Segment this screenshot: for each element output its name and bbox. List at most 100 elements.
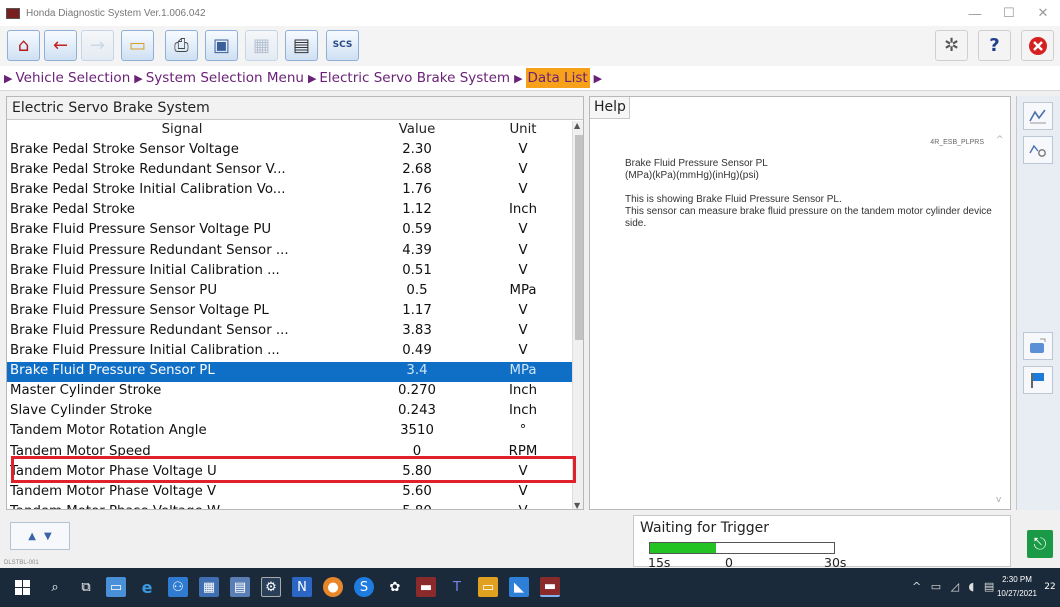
report-button[interactable]: ▤ bbox=[285, 30, 318, 61]
scrollbar-thumb[interactable] bbox=[575, 135, 583, 340]
table-row-selected[interactable]: Brake Fluid Pressure Sensor PL 3.4 MPa bbox=[7, 362, 572, 383]
graph-view-button[interactable] bbox=[1023, 102, 1053, 130]
graph-settings-button[interactable] bbox=[1023, 136, 1053, 164]
app-icon: N bbox=[297, 579, 307, 595]
trigger-status: Waiting for Trigger bbox=[640, 520, 769, 536]
scroll-down-icon[interactable]: v bbox=[996, 495, 1001, 505]
cell-unit: Inch bbox=[508, 202, 538, 218]
breadcrumb-electric-servo-brake-system[interactable]: Electric Servo Brake System bbox=[319, 70, 510, 86]
move-down-button[interactable]: ▼ bbox=[44, 531, 52, 542]
flag-icon bbox=[1031, 373, 1044, 388]
taskbar-app-1[interactable]: ▭ bbox=[106, 577, 126, 597]
taskbar-teams[interactable]: T bbox=[447, 577, 467, 597]
help-button[interactable]: ? bbox=[978, 30, 1011, 61]
table-row[interactable]: Master Cylinder Stroke 0.270 Inch bbox=[7, 382, 572, 402]
back-button[interactable]: ← bbox=[44, 30, 77, 61]
snapshot-button[interactable]: ▦ bbox=[245, 30, 278, 61]
cell-signal: Brake Fluid Pressure Initial Calibration… bbox=[10, 343, 280, 359]
taskbar-app-11[interactable]: ▬ bbox=[416, 577, 436, 597]
cell-unit: V bbox=[518, 162, 528, 178]
table-row[interactable]: Brake Fluid Pressure Redundant Sensor ..… bbox=[7, 242, 572, 262]
flag-button[interactable] bbox=[1023, 366, 1053, 394]
forward-button[interactable]: → bbox=[81, 30, 114, 61]
scroll-up-icon[interactable]: ^ bbox=[996, 135, 1004, 145]
help-description-1: This is showing Brake Fluid Pressure Sen… bbox=[625, 194, 842, 205]
table-row[interactable]: Brake Pedal Stroke Sensor Voltage 2.30 V bbox=[7, 141, 572, 161]
taskbar-app-10[interactable]: ✿ bbox=[385, 577, 405, 597]
home-button[interactable]: ⌂ bbox=[7, 30, 40, 61]
settings-button[interactable]: ✲ bbox=[935, 30, 968, 61]
breadcrumb-arrow-icon: ▶ bbox=[4, 71, 13, 85]
cell-signal: Brake Fluid Pressure Sensor Voltage PL bbox=[10, 302, 269, 318]
table-row[interactable]: Brake Pedal Stroke Redundant Sensor V...… bbox=[7, 161, 572, 181]
cell-signal: Master Cylinder Stroke bbox=[10, 383, 162, 399]
taskbar-skype[interactable]: S bbox=[354, 577, 374, 597]
table-row[interactable]: Brake Fluid Pressure Initial Calibration… bbox=[7, 342, 572, 362]
minimize-button[interactable]: — bbox=[958, 0, 992, 26]
skype-icon: S bbox=[359, 579, 369, 595]
document-icon: ▤ bbox=[292, 34, 310, 56]
scs-button[interactable]: SCS bbox=[326, 30, 359, 61]
help-scrollbar[interactable]: ^ v bbox=[996, 135, 1008, 505]
system-tray[interactable]: ^ ▭ ◿ ◖ ▤ bbox=[912, 580, 997, 593]
table-row[interactable]: Brake Pedal Stroke Initial Calibration V… bbox=[7, 181, 572, 201]
monitor-icon: ▭ bbox=[109, 579, 123, 595]
breadcrumb: ▶ Vehicle Selection ▶ System Selection M… bbox=[0, 66, 1060, 91]
taskbar-file-explorer[interactable]: ▭ bbox=[478, 577, 498, 597]
table-row[interactable]: Brake Fluid Pressure Sensor Voltage PL 1.… bbox=[7, 302, 572, 322]
column-header-signal[interactable]: Signal bbox=[7, 122, 357, 137]
taskbar-chrome[interactable]: ● bbox=[323, 577, 343, 597]
help-content: Brake Fluid Pressure Sensor PL (MPa)(kPa… bbox=[625, 158, 995, 230]
open-folder-button[interactable]: ▭ bbox=[121, 30, 154, 61]
taskbar-app-5[interactable]: ▤ bbox=[230, 577, 250, 597]
table-row[interactable]: Tandem Motor Phase Voltage V 5.60 V bbox=[7, 483, 572, 503]
print-button[interactable]: ⎙ bbox=[165, 30, 198, 61]
table-row[interactable]: Brake Fluid Pressure Redundant Sensor ..… bbox=[7, 322, 572, 342]
notification-center-button[interactable]: 22 bbox=[1040, 577, 1060, 597]
cell-value: 5.60 bbox=[402, 483, 432, 499]
breadcrumb-arrow-icon: ▶ bbox=[593, 71, 603, 85]
taskbar-app-7[interactable]: N bbox=[292, 577, 312, 597]
disk-icon: ▣ bbox=[212, 34, 230, 56]
taskbar-clock[interactable]: 2:30 PM 10/27/2021 bbox=[994, 573, 1040, 601]
taskbar-app-4[interactable]: ▦ bbox=[199, 577, 219, 597]
table-row[interactable]: Tandem Motor Phase Voltage W 5.80 V bbox=[7, 503, 572, 509]
taskbar-app-6[interactable]: ⚙ bbox=[261, 577, 281, 597]
cell-unit: Inch bbox=[508, 403, 538, 419]
network-icon: ⚇ bbox=[172, 579, 184, 595]
maximize-button[interactable]: ☐ bbox=[992, 0, 1026, 26]
tab-help[interactable]: Help bbox=[590, 97, 630, 119]
start-button[interactable] bbox=[12, 577, 32, 597]
taskbar-app-3[interactable]: ⚇ bbox=[168, 577, 188, 597]
vertical-scrollbar[interactable]: ▲ ▼ bbox=[572, 121, 583, 509]
table-row[interactable]: Brake Fluid Pressure Sensor PU 0.5 MPa bbox=[7, 282, 572, 302]
breadcrumb-data-list[interactable]: Data List bbox=[525, 68, 590, 88]
breadcrumb-vehicle-selection[interactable]: Vehicle Selection bbox=[15, 70, 130, 86]
table-row[interactable]: Brake Fluid Pressure Sensor Voltage PU 0.… bbox=[7, 221, 572, 241]
cell-signal: Tandem Motor Phase Voltage V bbox=[10, 483, 217, 499]
table-row[interactable]: Brake Pedal Stroke 1.12 Inch bbox=[7, 201, 572, 221]
table-row[interactable]: Tandem Motor Rotation Angle 3510 ° bbox=[7, 422, 572, 442]
save-button[interactable]: ▣ bbox=[205, 30, 238, 61]
snapshot-capture-button[interactable] bbox=[1023, 332, 1053, 360]
cell-signal: Brake Fluid Pressure Redundant Sensor ..… bbox=[10, 322, 289, 338]
column-header-unit[interactable]: Unit bbox=[493, 122, 553, 137]
task-view-button[interactable]: ⧉ bbox=[76, 577, 96, 597]
scroll-up-icon[interactable]: ▲ bbox=[574, 121, 580, 130]
taskbar-photos[interactable]: ◣ bbox=[509, 577, 529, 597]
table-row[interactable]: Brake Fluid Pressure Initial Calibration… bbox=[7, 262, 572, 282]
close-window-button[interactable]: ✕ bbox=[1026, 0, 1060, 26]
exit-door-button[interactable]: ⎋ bbox=[1027, 530, 1053, 558]
scs-icon: SCS bbox=[332, 40, 353, 50]
help-description-2: This sensor can measure brake fluid pres… bbox=[625, 206, 992, 229]
scroll-down-icon[interactable]: ▼ bbox=[574, 501, 580, 509]
cell-value: 0.51 bbox=[402, 262, 432, 278]
column-header-value[interactable]: Value bbox=[367, 122, 467, 137]
taskbar-honda-hds[interactable]: ▬ bbox=[540, 577, 560, 597]
table-row[interactable]: Slave Cylinder Stroke 0.243 Inch bbox=[7, 402, 572, 422]
exit-button[interactable] bbox=[1021, 30, 1054, 61]
search-taskbar-button[interactable]: ⌕ bbox=[45, 577, 65, 597]
taskbar-edge[interactable]: e bbox=[137, 577, 157, 597]
move-up-button[interactable]: ▲ bbox=[28, 531, 36, 542]
breadcrumb-system-selection-menu[interactable]: System Selection Menu bbox=[146, 70, 304, 86]
